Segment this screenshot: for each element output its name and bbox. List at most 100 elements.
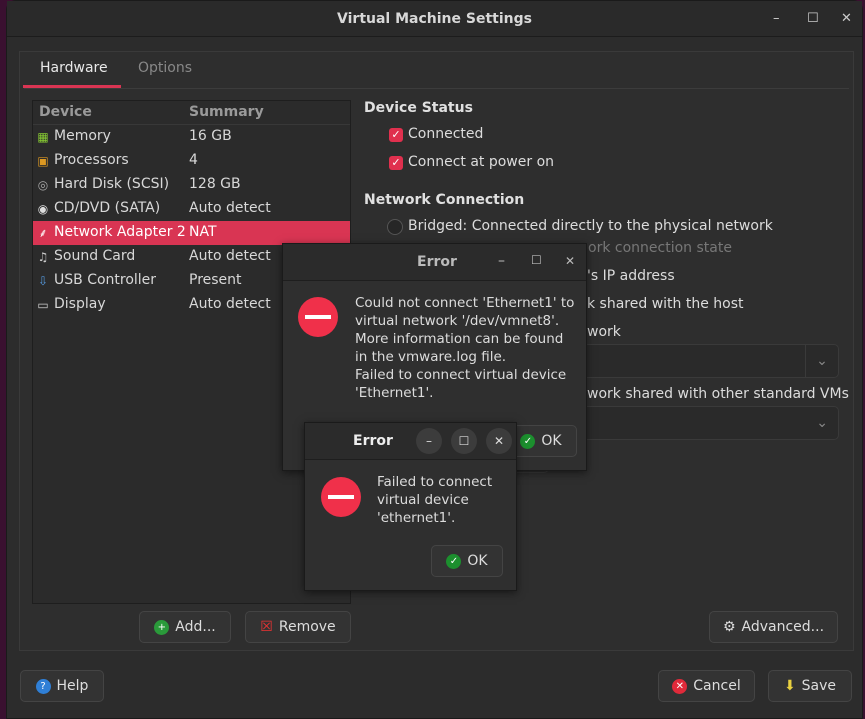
close-button[interactable]: ✕ (486, 428, 512, 454)
display-icon: ▭ (37, 298, 49, 312)
message-line: virtual network '/dev/vmnet8'. (355, 313, 560, 329)
device-name: CD/DVD (SATA) (54, 200, 161, 216)
message-line: 'ethernet1'. (377, 510, 456, 526)
remove-icon: ☒ (260, 619, 273, 635)
save-button[interactable]: ⬇ Save (768, 670, 852, 702)
header-device[interactable]: Device (39, 104, 92, 120)
device-summary: 4 (189, 152, 198, 168)
error-icon (321, 477, 361, 517)
remove-label: Remove (278, 619, 336, 635)
dialog-title: Error (417, 254, 457, 270)
check-icon: ✓ (520, 433, 536, 449)
cancel-label: Cancel (693, 678, 741, 694)
device-name: Display (54, 296, 106, 312)
connect-power-on-label: Connect at power on (408, 154, 555, 170)
chevron-down-icon: ⌄ (805, 345, 838, 377)
device-summary: 128 GB (189, 176, 241, 192)
list-header: Device Summary (33, 101, 350, 125)
custom-label: work (587, 324, 621, 340)
dialog-title: Error (353, 433, 393, 449)
add-button[interactable]: + Add... (139, 611, 231, 643)
ok-label: OK (541, 433, 562, 449)
maximize-button[interactable]: ☐ (807, 11, 819, 26)
list-item[interactable]: ▦ Memory 16 GB (33, 125, 350, 149)
close-button[interactable]: ✕ (565, 254, 575, 268)
error-message: Failed to connect virtual device 'ethernet… (377, 473, 492, 527)
message-line: Failed to connect (377, 474, 493, 490)
device-summary: Auto detect (189, 200, 271, 216)
error-icon (298, 297, 338, 337)
advanced-button[interactable]: ⚙ Advanced... (709, 611, 838, 643)
host-only-label: k shared with the host (587, 296, 744, 312)
ok-button[interactable]: ✓ OK (431, 545, 503, 577)
help-icon: ? (35, 678, 51, 694)
cancel-button[interactable]: ✕ Cancel (658, 670, 755, 702)
connected-label: Connected (408, 126, 484, 142)
bridged-radio[interactable] (387, 219, 403, 235)
list-item[interactable]: ◉ CD/DVD (SATA) Auto detect (33, 197, 350, 221)
memory-icon: ▦ (37, 130, 49, 144)
list-item[interactable]: ⸙ Network Adapter 2 NAT (33, 221, 350, 245)
usb-icon: ⇩ (37, 274, 49, 288)
device-name: Hard Disk (SCSI) (54, 176, 170, 192)
bridged-label: Bridged: Connected directly to the physi… (408, 218, 773, 234)
title-bar: Virtual Machine Settings (7, 1, 862, 37)
device-summary: Auto detect (189, 296, 271, 312)
custom-network-dropdown[interactable]: ⌄ (567, 344, 839, 378)
window-title: Virtual Machine Settings (337, 11, 532, 27)
lan-segment-label: work shared with other standard VMs (587, 386, 849, 402)
maximize-button[interactable]: ☐ (531, 253, 542, 267)
tab-hardware[interactable]: Hardware (40, 60, 108, 76)
device-name: Sound Card (54, 248, 136, 264)
device-summary: NAT (189, 224, 217, 240)
save-label: Save (801, 678, 837, 694)
advanced-label: Advanced... (741, 619, 825, 635)
network-connection-heading: Network Connection (364, 192, 525, 208)
cancel-icon: ✕ (672, 678, 688, 694)
device-summary: 16 GB (189, 128, 232, 144)
minimize-button[interactable]: – (416, 428, 442, 454)
minimize-button[interactable]: – (498, 253, 505, 269)
close-button[interactable]: ✕ (841, 11, 852, 26)
help-button[interactable]: ? Help (20, 670, 104, 702)
error-message: Could not connect 'Ethernet1' to virtual … (355, 294, 574, 402)
network-icon: ⸙ (38, 226, 48, 240)
processor-icon: ▣ (37, 154, 49, 168)
device-name: USB Controller (54, 272, 157, 288)
gear-icon: ⚙ (722, 619, 736, 635)
minimize-button[interactable]: – (773, 11, 780, 26)
help-label: Help (56, 678, 89, 694)
lan-segment-dropdown[interactable]: ⌄ (567, 406, 839, 440)
chevron-down-icon: ⌄ (816, 415, 828, 431)
save-arrow-icon: ⬇ (783, 678, 796, 694)
device-name: Memory (54, 128, 111, 144)
list-item[interactable]: ▣ Processors 4 (33, 149, 350, 173)
list-item[interactable]: ◎ Hard Disk (SCSI) 128 GB (33, 173, 350, 197)
add-label: Add... (175, 619, 216, 635)
dialog-title-bar: Error – ☐ ✕ (305, 423, 516, 460)
plus-icon: + (154, 619, 170, 635)
message-line: Could not connect 'Ethernet1' to (355, 295, 575, 311)
message-line: More information can be found (355, 331, 564, 347)
cd-icon: ◉ (37, 202, 49, 216)
hard-disk-icon: ◎ (37, 178, 49, 192)
nat-label: 's IP address (587, 268, 675, 284)
remove-button[interactable]: ☒ Remove (245, 611, 351, 643)
error-dialog-2: Error – ☐ ✕ Failed to connect virtual dev… (304, 422, 517, 591)
device-name: Network Adapter 2 (54, 224, 186, 240)
connect-power-on-checkbox[interactable]: ✓ (389, 156, 403, 170)
replicate-label: ork connection state (588, 240, 732, 256)
message-line: virtual device (377, 492, 469, 508)
maximize-button[interactable]: ☐ (451, 428, 477, 454)
dialog-title-bar: Error – ☐ ✕ (283, 244, 586, 281)
ok-label: OK (467, 553, 488, 569)
connected-checkbox[interactable]: ✓ (389, 128, 403, 142)
message-line: Failed to connect virtual device (355, 367, 567, 383)
sound-icon: ♫ (37, 250, 49, 264)
header-summary[interactable]: Summary (189, 104, 264, 120)
message-line: in the vmware.log file. (355, 349, 507, 365)
device-summary: Present (189, 272, 242, 288)
device-name: Processors (54, 152, 129, 168)
message-line: 'Ethernet1'. (355, 385, 434, 401)
tab-options[interactable]: Options (138, 60, 192, 76)
